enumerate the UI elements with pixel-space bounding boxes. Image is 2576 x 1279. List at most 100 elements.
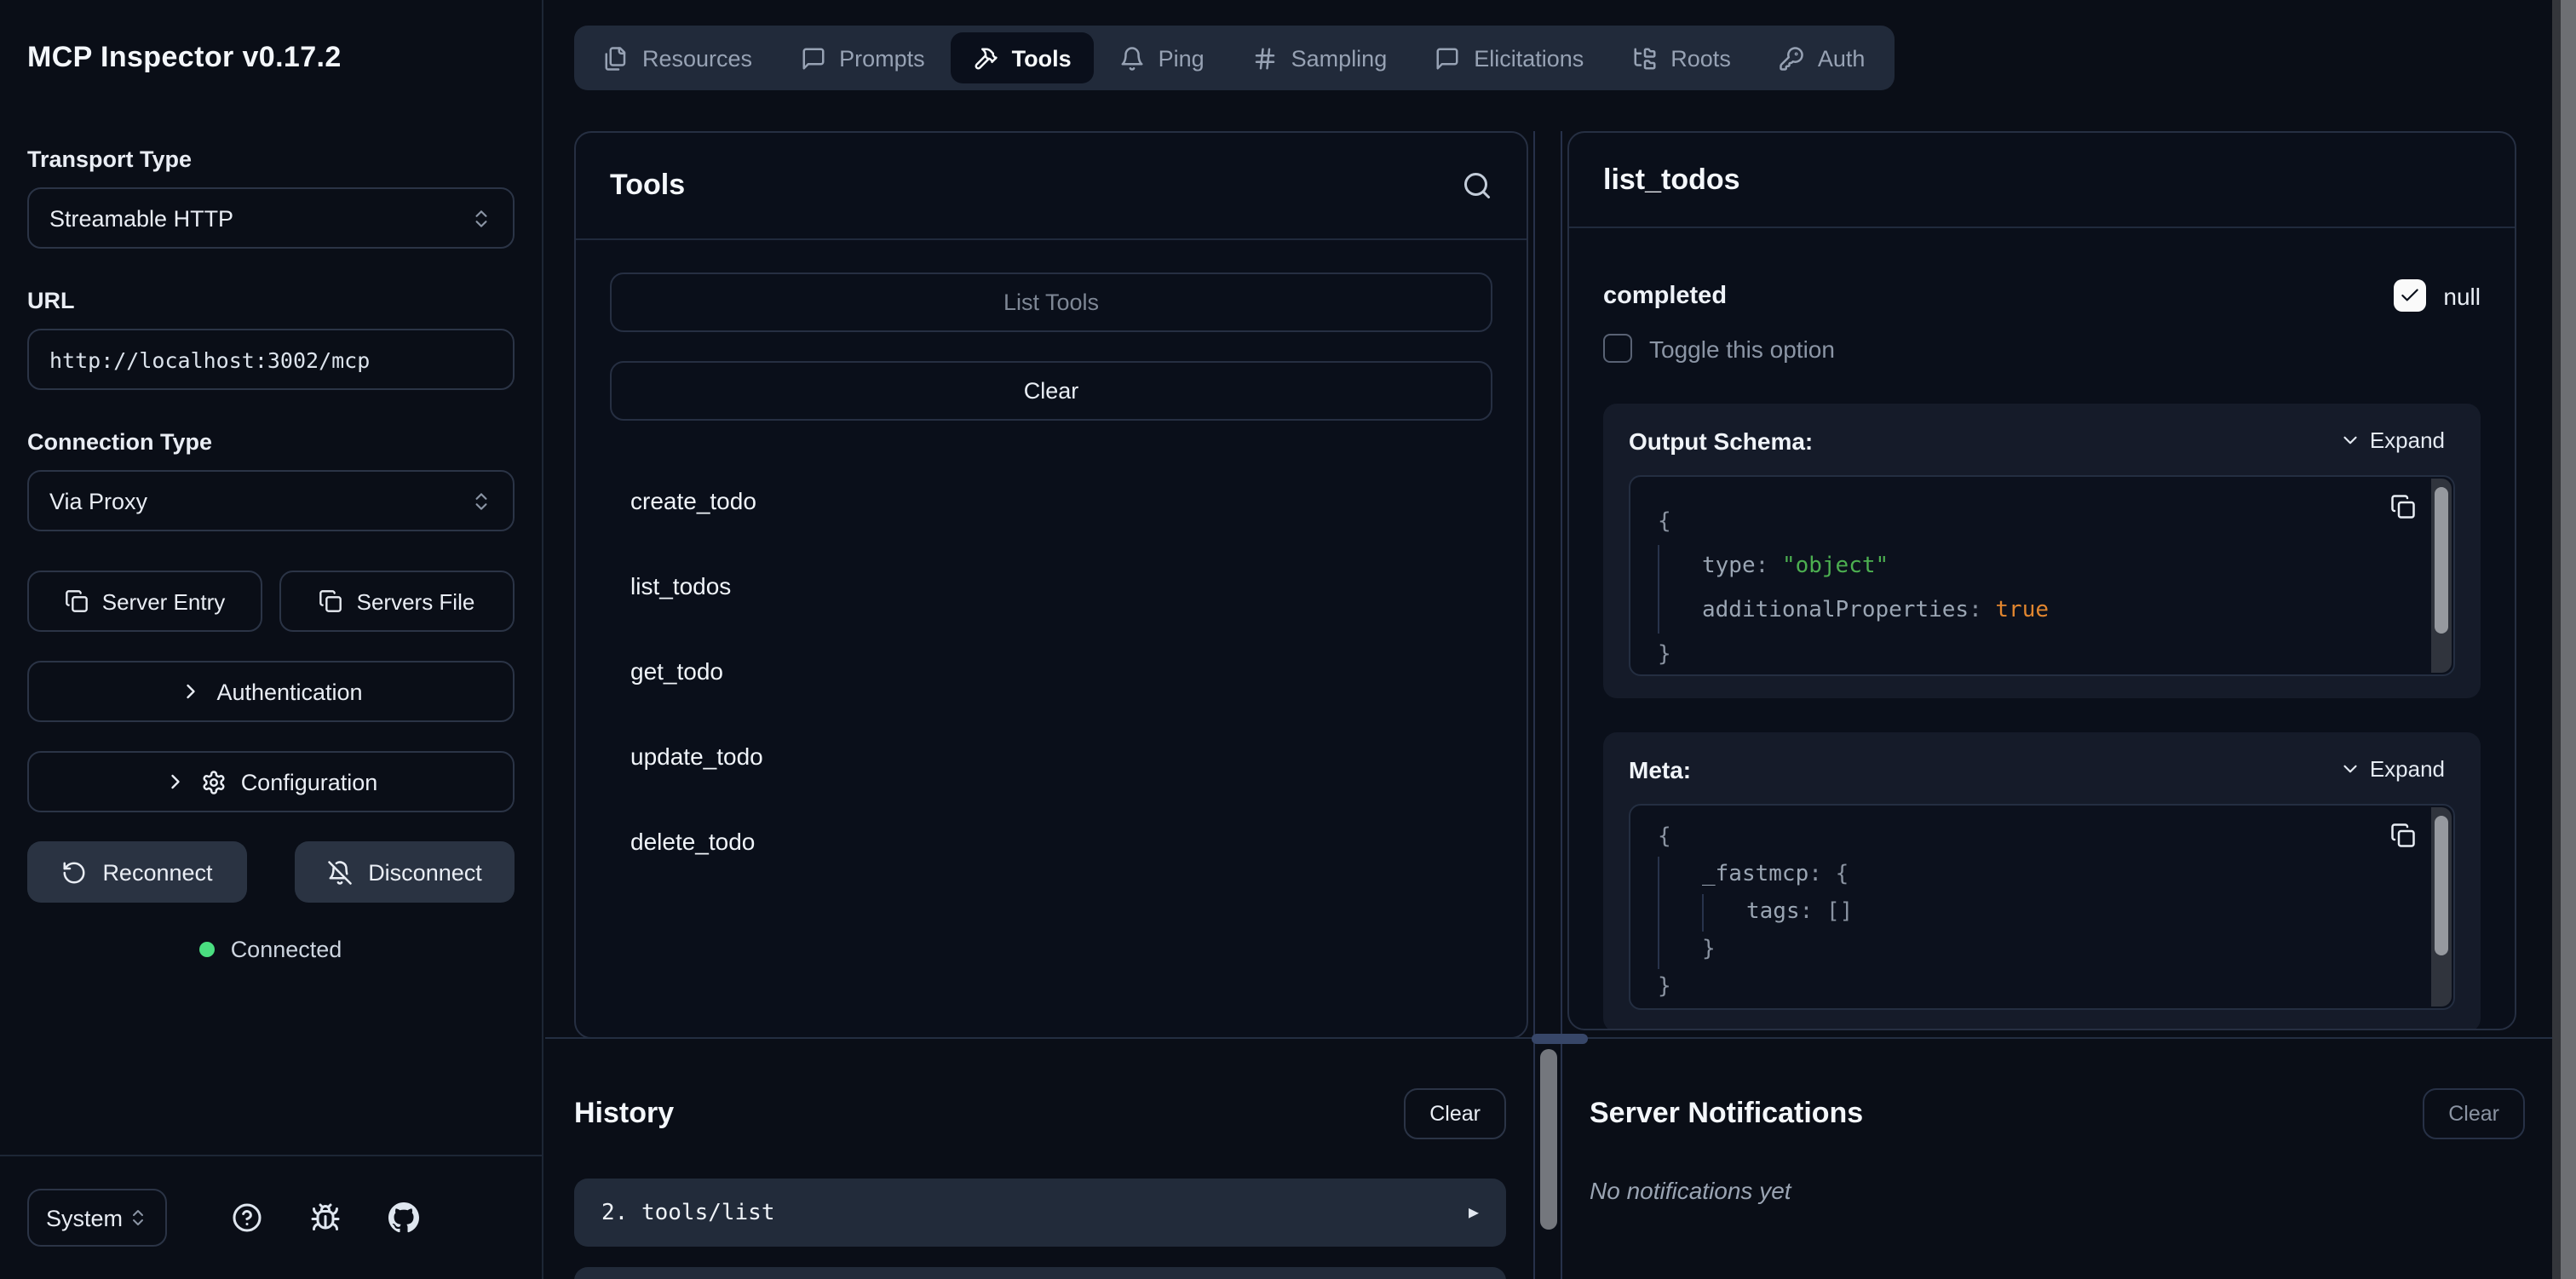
history-item[interactable]: 2. tools/list▶ [574, 1179, 1506, 1247]
code-line: } [1630, 969, 2453, 1007]
pane-resize-handle[interactable] [1532, 1034, 1588, 1044]
null-label: null [2443, 282, 2481, 309]
code-line: _fastmcp: { [1630, 857, 2453, 894]
chevron-down-icon [2339, 429, 2361, 451]
meta-code: {_fastmcp: {tags: []}} [1630, 819, 2453, 1007]
tab-label: Sampling [1291, 45, 1388, 71]
mcp-inspector-window: MCP Inspector v0.17.2 Transport Type Str… [0, 0, 2576, 1279]
reconnect-button[interactable]: Reconnect [27, 841, 247, 903]
bell-off-icon [327, 859, 353, 885]
transport-type-field: Transport Type Streamable HTTP [27, 146, 515, 249]
null-toggle-group: null [2394, 279, 2481, 312]
url-input[interactable]: http://localhost:3002/mcp [27, 329, 515, 390]
tab-tools[interactable]: Tools [951, 32, 1094, 83]
server-entry-button[interactable]: Server Entry [27, 571, 262, 632]
tab-label: Roots [1670, 45, 1731, 71]
clear-history-button[interactable]: Clear [1404, 1088, 1506, 1139]
tab-label: Auth [1818, 45, 1866, 71]
history-item[interactable]: 1. initialize▶ [574, 1267, 1506, 1279]
chevrons-up-down-icon [470, 490, 492, 512]
code-line: tags: [] [1630, 894, 2453, 932]
connection-status: Connected [27, 937, 515, 962]
tab-label: Prompts [839, 45, 925, 71]
github-button[interactable] [388, 1202, 419, 1233]
clear-tools-button[interactable]: Clear [610, 361, 1492, 421]
tool-item-create_todo[interactable]: create_todo [610, 467, 1492, 535]
footer-icons [232, 1202, 419, 1233]
tools-panel: Tools List Tools Clear create_todo list_t… [574, 131, 1528, 1039]
tool-item-get_todo[interactable]: get_todo [610, 637, 1492, 705]
meta-scrollbar[interactable] [2431, 807, 2452, 1007]
configuration-button[interactable]: Configuration [27, 751, 515, 812]
toggle-option-checkbox[interactable] [1603, 334, 1632, 363]
meta-section: Meta: Expand {_fastmcp: {tags: []}} [1603, 732, 2481, 1030]
tool-item-list_todos[interactable]: list_todos [610, 552, 1492, 620]
main-scrollbar-track [1533, 131, 1562, 1279]
list-tools-button[interactable]: List Tools [610, 272, 1492, 332]
tool-item-update_todo[interactable]: update_todo [610, 722, 1492, 790]
connection-type-field: Connection Type Via Proxy [27, 429, 515, 531]
connection-type-value: Via Proxy [49, 488, 147, 513]
bug-report-button[interactable] [310, 1202, 341, 1233]
tab-label: Tools [1012, 45, 1072, 71]
tab-prompts[interactable]: Prompts [778, 32, 947, 83]
window-scrollbar-thumb[interactable] [2561, 0, 2576, 1279]
output-schema-expand-button[interactable]: Expand [2329, 426, 2455, 455]
copy-meta-button[interactable] [2390, 823, 2416, 848]
tab-auth[interactable]: Auth [1757, 32, 1888, 83]
authentication-button[interactable]: Authentication [27, 661, 515, 722]
server-notifications-panel: Server Notifications Clear No notificati… [1562, 1039, 2552, 1279]
tools-panel-body: List Tools Clear create_todo list_todosge… [576, 240, 1527, 908]
meta-title: Meta: [1629, 755, 1691, 783]
github-icon [388, 1202, 419, 1233]
gear-icon [202, 769, 227, 794]
tab-label: Resources [642, 45, 752, 71]
output-schema-scrollbar[interactable] [2431, 479, 2452, 673]
code-line: { [1630, 501, 2453, 545]
meta-code-block: {_fastmcp: {tags: []}} [1629, 804, 2455, 1010]
help-button[interactable] [232, 1202, 262, 1233]
help-circle-icon [232, 1202, 262, 1233]
app-title: MCP Inspector v0.17.2 [27, 41, 515, 75]
tool-detail-header: list_todos [1569, 133, 2515, 228]
code-line: type: "object" [1630, 545, 2453, 589]
servers-file-button[interactable]: Servers File [279, 571, 515, 632]
search-tools-button[interactable] [1462, 170, 1492, 201]
copy-icon [65, 589, 89, 613]
transport-type-value: Streamable HTTP [49, 205, 233, 231]
tab-sampling[interactable]: Sampling [1230, 32, 1410, 83]
output-schema-title: Output Schema: [1629, 427, 1813, 454]
tab-elicitations[interactable]: Elicitations [1412, 32, 1606, 83]
tab-roots[interactable]: Roots [1609, 32, 1753, 83]
null-checkbox[interactable] [2394, 279, 2426, 312]
code-line: } [1630, 634, 2453, 676]
clear-notifications-button[interactable]: Clear [2423, 1088, 2525, 1139]
copy-icon [2390, 823, 2416, 848]
sidebar-footer: System [0, 1155, 542, 1279]
connection-type-select[interactable]: Via Proxy [27, 470, 515, 531]
server-notifications-title: Server Notifications [1590, 1097, 1863, 1131]
tool-item-delete_todo[interactable]: delete_todo [610, 807, 1492, 875]
tab-label: Elicitations [1474, 45, 1584, 71]
theme-select[interactable]: System [27, 1189, 167, 1247]
code-line: additionalProperties: true [1630, 589, 2453, 634]
history-item-label: 2. tools/list [601, 1200, 775, 1225]
history-header: History Clear [574, 1073, 1506, 1155]
tab-bar: Resources Prompts Tools Ping Sampling Elicita… [574, 26, 1894, 90]
copy-output-schema-button[interactable] [2390, 494, 2416, 519]
main-scrollbar-thumb[interactable] [1540, 1049, 1557, 1230]
copy-icon [319, 589, 343, 613]
chevron-right-icon [179, 680, 203, 703]
history-list: 2. tools/list▶ 1. initialize▶ [574, 1179, 1506, 1279]
transport-type-select[interactable]: Streamable HTTP [27, 187, 515, 249]
check-icon [2399, 284, 2421, 307]
tools-panel-title: Tools [610, 169, 685, 203]
tab-resources[interactable]: Resources [581, 32, 774, 83]
disconnect-button[interactable]: Disconnect [295, 841, 515, 903]
tab-ping[interactable]: Ping [1097, 32, 1227, 83]
tab-label: Ping [1159, 45, 1205, 71]
sidebar: MCP Inspector v0.17.2 Transport Type Str… [0, 0, 543, 1279]
param-name: completed [1603, 282, 1727, 309]
theme-value: System [46, 1205, 123, 1230]
meta-expand-button[interactable]: Expand [2329, 754, 2455, 783]
